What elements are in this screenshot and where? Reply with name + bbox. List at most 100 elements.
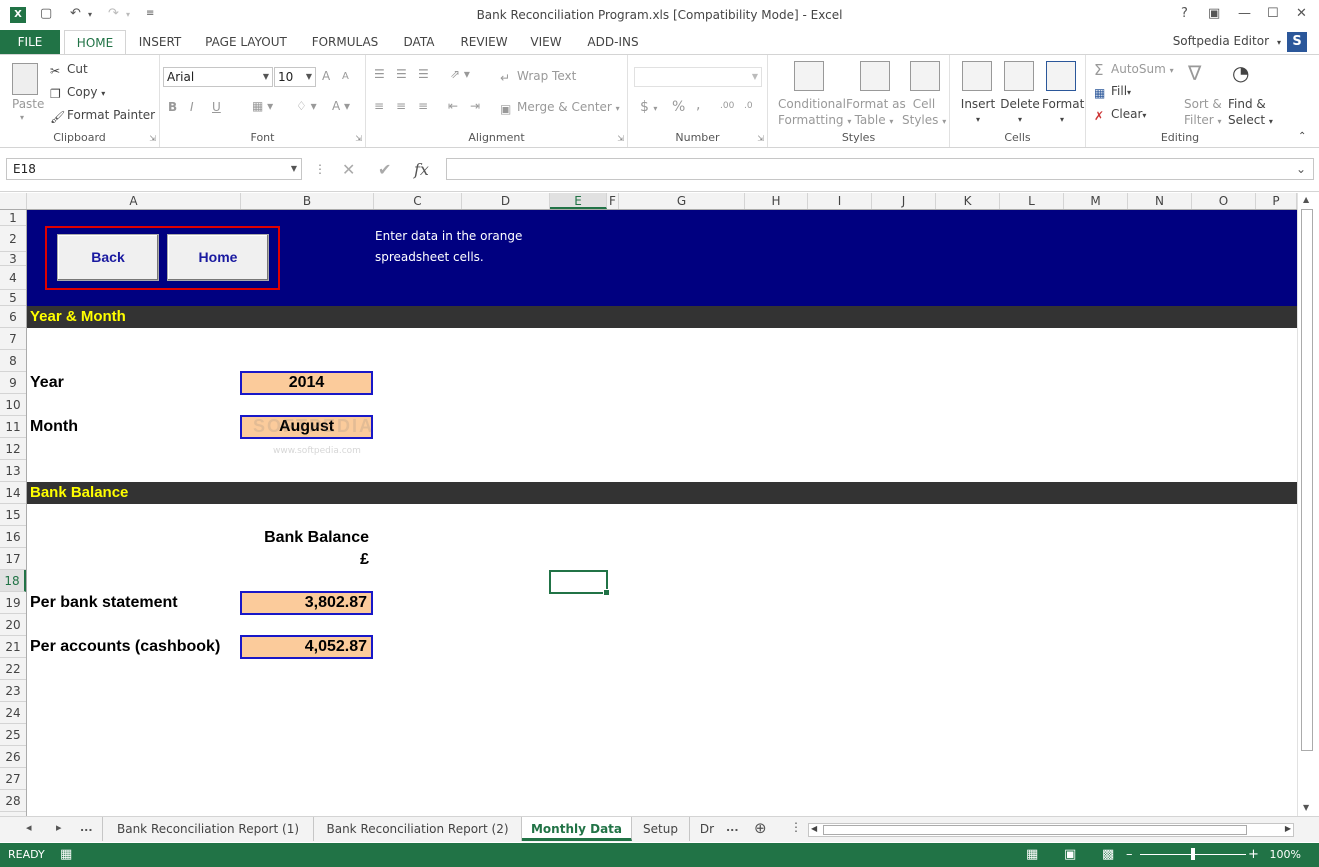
row-header-3[interactable]: 3 (0, 252, 26, 266)
copy-button[interactable]: ❐ Copy ▾ (50, 85, 105, 101)
row-header-14[interactable]: 14 (0, 482, 26, 504)
sort-filter-icon[interactable]: ∇ (1188, 61, 1201, 85)
paste-icon[interactable] (12, 63, 38, 95)
sheet-tab-truncated[interactable]: Dr (690, 817, 724, 841)
page-break-view-icon[interactable]: ▩ (1102, 847, 1114, 862)
cancel-icon[interactable]: ✕ (342, 160, 355, 179)
align-center-icon[interactable]: ≡ (396, 99, 406, 113)
column-header-b[interactable]: B (241, 193, 374, 209)
more-sheets-left[interactable]: ... (80, 821, 93, 834)
format-button[interactable]: Format ▾ (1042, 96, 1084, 128)
decrease-decimal-button[interactable]: .0 (744, 101, 753, 111)
zoom-in-button[interactable]: + (1248, 847, 1259, 862)
conditional-formatting-button[interactable]: Conditional Formatting ▾ (778, 96, 851, 130)
increase-indent-icon[interactable]: ⇥ (470, 99, 480, 113)
column-header-f[interactable]: F (607, 193, 619, 209)
row-header-16[interactable]: 16 (0, 526, 26, 548)
new-sheet-icon[interactable]: ⊕ (754, 819, 767, 837)
clipboard-launcher-icon[interactable]: ⇲ (149, 134, 156, 143)
paste-dropdown-icon[interactable]: ▾ (20, 113, 24, 122)
sheet-tab-bank-reconciliation-report-1[interactable]: Bank Reconciliation Report (1) (102, 817, 314, 841)
tab-file[interactable]: FILE (0, 30, 60, 54)
user-name[interactable]: Softpedia Editor (1173, 34, 1269, 48)
column-header-m[interactable]: M (1064, 193, 1128, 209)
enter-icon[interactable]: ✔ (378, 160, 391, 179)
per-bank-statement-input-cell[interactable]: 3,802.87 (240, 591, 373, 615)
wrap-text-button[interactable]: ↵ Wrap Text (500, 69, 576, 85)
row-header-20[interactable]: 20 (0, 614, 26, 636)
tab-view[interactable]: VIEW (524, 30, 568, 54)
format-as-table-button[interactable]: Format as Table ▾ (846, 96, 906, 130)
clear-button[interactable]: ✗ Clear▾ (1094, 107, 1146, 123)
normal-view-icon[interactable]: ▦ (1026, 847, 1038, 862)
align-left-icon[interactable]: ≡ (374, 99, 384, 113)
row-header-25[interactable]: 25 (0, 724, 26, 746)
merge-center-button[interactable]: ▣ Merge & Center ▾ (500, 100, 620, 116)
font-color-button[interactable]: A ▾ (332, 99, 350, 113)
scroll-left-icon[interactable]: ◀ (811, 824, 817, 833)
vertical-scroll-thumb[interactable] (1301, 209, 1313, 751)
expand-formula-bar-icon[interactable]: ⌄ (1296, 162, 1306, 176)
column-header-k[interactable]: K (936, 193, 1000, 209)
font-name-combo[interactable]: Arial ▼ (163, 67, 273, 87)
per-accounts-input-cell[interactable]: 4,052.87 (240, 635, 373, 659)
align-right-icon[interactable]: ≡ (418, 99, 428, 113)
tab-add-ins[interactable]: ADD-INS (580, 30, 646, 54)
format-painter-button[interactable]: 🖌 Format Painter (50, 108, 155, 124)
page-layout-view-icon[interactable]: ▣ (1064, 847, 1076, 862)
paste-button[interactable]: Paste (12, 97, 44, 111)
row-header-18[interactable]: 18 (0, 570, 26, 592)
increase-decimal-button[interactable]: .00 (720, 101, 734, 111)
delete-button[interactable]: Delete ▾ (1000, 96, 1040, 128)
macro-record-icon[interactable]: ▦ (60, 847, 72, 862)
top-align-icon[interactable]: ☰ (374, 67, 385, 81)
column-header-n[interactable]: N (1128, 193, 1192, 209)
cell-styles-button[interactable]: Cell Styles ▾ (902, 96, 946, 130)
comma-button[interactable]: , (696, 97, 700, 113)
column-header-p[interactable]: P (1256, 193, 1297, 209)
row-header-8[interactable]: 8 (0, 350, 26, 372)
horizontal-scrollbar[interactable]: ◀ ▶ (808, 823, 1294, 837)
tab-formulas[interactable]: FORMULAS (304, 30, 386, 54)
horizontal-scroll-thumb[interactable] (823, 825, 1247, 835)
column-header-j[interactable]: J (872, 193, 936, 209)
percent-button[interactable]: % (672, 99, 685, 115)
tab-split-handle-icon[interactable]: ⋮ (790, 820, 802, 834)
scroll-up-icon[interactable]: ▲ (1303, 195, 1309, 204)
sheet-tab-monthly-data[interactable]: Monthly Data (522, 817, 632, 841)
increase-font-button[interactable]: A (322, 69, 330, 83)
selected-cell-e18[interactable] (549, 570, 610, 596)
row-header-15[interactable]: 15 (0, 504, 26, 526)
prev-sheet-icon[interactable]: ◂ (26, 821, 32, 834)
user-dropdown-icon[interactable]: ▾ (1277, 38, 1281, 47)
row-header-27[interactable]: 27 (0, 768, 26, 790)
cut-button[interactable]: ✂ Cut (50, 62, 88, 78)
column-header-c[interactable]: C (374, 193, 462, 209)
bottom-align-icon[interactable]: ☰ (418, 67, 429, 81)
borders-icon[interactable]: ▦ ▾ (252, 99, 273, 113)
tab-home[interactable]: HOME (64, 30, 126, 55)
row-header-4[interactable]: 4 (0, 266, 26, 290)
worksheet-grid[interactable]: Back Home Enter data in the orange sprea… (27, 210, 1297, 816)
row-header-1[interactable]: 1 (0, 210, 26, 226)
more-sheets-right[interactable]: ... (726, 821, 739, 834)
zoom-slider-handle[interactable] (1191, 848, 1195, 860)
column-header-a[interactable]: A (27, 193, 241, 209)
row-header-22[interactable]: 22 (0, 658, 26, 680)
format-cells-icon[interactable] (1046, 61, 1076, 91)
tab-data[interactable]: DATA (394, 30, 444, 54)
row-header-12[interactable]: 12 (0, 438, 26, 460)
fill-color-icon[interactable]: ♢ ▾ (296, 99, 317, 113)
column-header-e[interactable]: E (550, 193, 607, 209)
vertical-scrollbar[interactable]: ▲ ▼ (1297, 193, 1315, 816)
row-header-6[interactable]: 6 (0, 306, 26, 328)
zoom-level[interactable]: 100% (1270, 848, 1301, 861)
underline-button[interactable]: U (212, 100, 221, 114)
name-box[interactable]: E18 ▼ (6, 158, 302, 180)
sheet-tab-bank-reconciliation-report-2[interactable]: Bank Reconciliation Report (2) (314, 817, 522, 841)
maximize-icon[interactable]: ☐ (1267, 6, 1279, 21)
sort-filter-button[interactable]: Sort & Filter ▾ (1184, 96, 1222, 130)
scroll-right-icon[interactable]: ▶ (1285, 824, 1291, 833)
row-header-21[interactable]: 21 (0, 636, 26, 658)
row-header-17[interactable]: 17 (0, 548, 26, 570)
